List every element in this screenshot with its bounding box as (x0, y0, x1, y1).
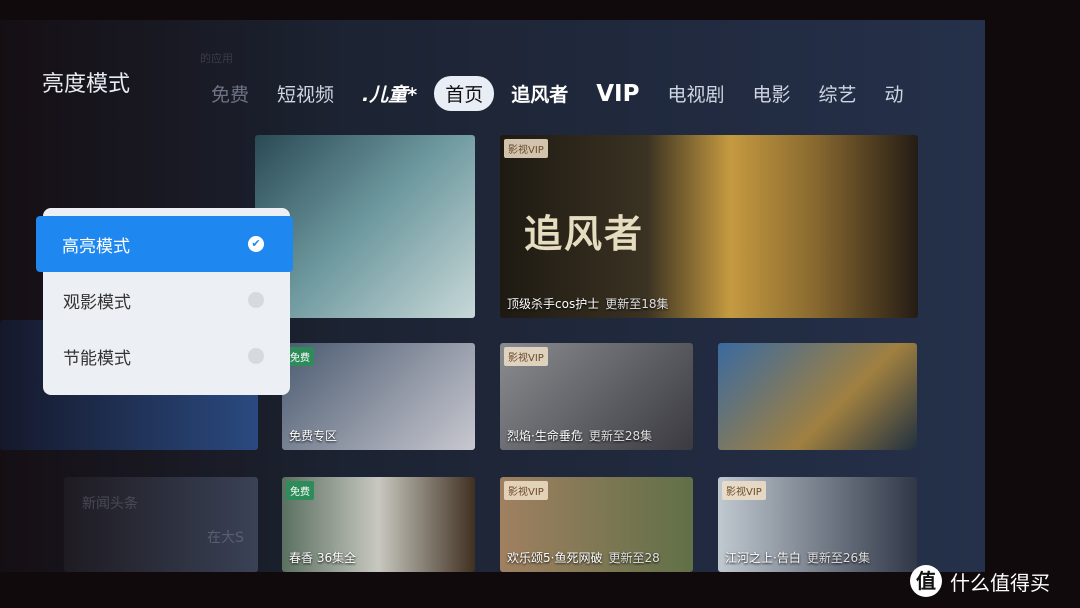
nav-tabs: 免费 短视频 .儿童* 首页 追风者 VIP 电视剧 电影 综艺动 (200, 76, 921, 111)
tab-7[interactable]: 电影 (741, 76, 801, 111)
page-title: 亮度模式 (42, 72, 131, 97)
row3-card[interactable]: 免费春香 36集全 (282, 477, 475, 572)
watermark-logo-icon: 值 (910, 565, 942, 597)
tab-3[interactable]: 首页 (434, 76, 495, 111)
news-text: 在大S (207, 530, 244, 546)
brightness-mode-menu: 高亮模式 ✔ 观影模式节能模式 (36, 208, 293, 395)
watermark-text: 什么值得买 (950, 570, 1050, 595)
card-caption: 免费专区 (289, 429, 338, 443)
tab-6[interactable]: 电视剧 (656, 76, 735, 111)
menu-item-label: 观影模式 (63, 292, 131, 313)
menu-item-label: 节能模式 (63, 348, 131, 369)
vip-badge: 影视VIP (504, 139, 548, 158)
news-title: 新闻头条 (82, 496, 138, 512)
menu-item-1[interactable]: 观影模式 (43, 272, 290, 328)
menu-item-label: 高亮模式 (62, 236, 130, 257)
tab-0[interactable]: 免费 (200, 76, 260, 111)
tab-4[interactable]: 追风者 (500, 76, 579, 111)
hero-logo: 追风者 (524, 212, 645, 256)
news-card[interactable]: 新闻头条 在大S (64, 477, 258, 572)
card-caption: 春香 36集全 (289, 551, 357, 565)
tab-5[interactable]: VIP (585, 77, 650, 111)
badge: 免费 (286, 481, 314, 500)
radio-icon (248, 292, 264, 308)
row3-card[interactable]: 影视VIP 江河之上·告白 更新至26集 (718, 477, 917, 572)
row2-card[interactable] (718, 343, 917, 450)
badge: 影视VIP (722, 481, 766, 500)
row2-card[interactable]: 免费 免费专区 (282, 343, 475, 450)
badge: 免费 (286, 347, 314, 366)
tab-2[interactable]: .儿童* (351, 76, 428, 111)
tab-9[interactable]: 动 (873, 76, 914, 111)
card-caption: 欢乐颂5·鱼死网破 更新至28 (507, 551, 660, 565)
row2-card[interactable]: 影视VIP 烈焰·生命垂危 更新至28集 (500, 343, 693, 450)
menu-item-0[interactable]: 高亮模式 ✔ (36, 216, 293, 272)
menu-item-2[interactable]: 节能模式 (43, 328, 290, 384)
tab-8[interactable]: 综艺 (807, 76, 867, 111)
radio-icon (248, 348, 264, 364)
hint-text: 的应用 (200, 52, 233, 65)
card-caption: 江河之上·告白 更新至26集 (725, 551, 871, 565)
card-caption: 烈焰·生命垂危 更新至28集 (507, 429, 653, 443)
hero-caption: 顶级杀手cos护士 更新至18集 (507, 297, 669, 311)
watermark: 值 什么值得买 (910, 565, 1050, 597)
badge: 影视VIP (504, 347, 548, 366)
row3-card[interactable]: 影视VIP 欢乐颂5·鱼死网破 更新至28 (500, 477, 693, 572)
hero-card[interactable]: 影视VIP 追风者 顶级杀手cos护士 更新至18集 (500, 135, 918, 318)
tab-1[interactable]: 短视频 (266, 76, 345, 111)
badge: 影视VIP (504, 481, 548, 500)
check-icon: ✔ (248, 236, 264, 252)
